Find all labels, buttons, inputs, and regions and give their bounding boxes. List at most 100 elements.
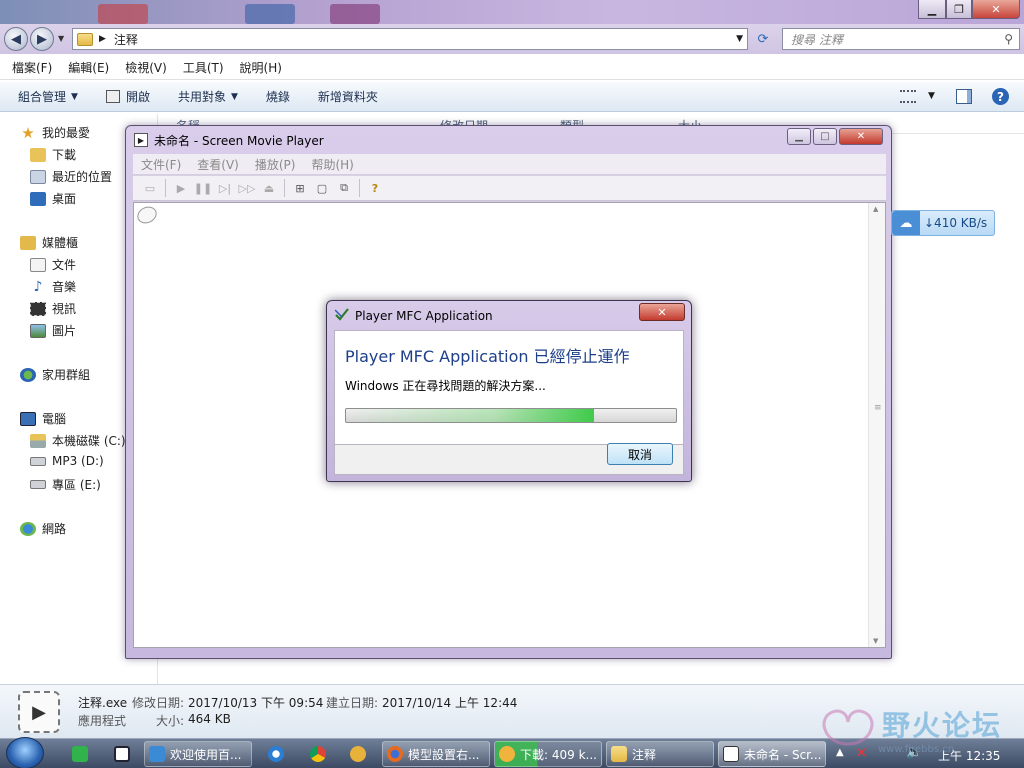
back-button[interactable]: ◀ [4,27,28,51]
search-icon[interactable]: ⚲ [1004,32,1013,46]
player-close-button[interactable]: ✕ [839,128,883,145]
dialog-close-button[interactable]: ✕ [639,303,685,321]
nav-drive-d[interactable]: MP3 (D:) [30,454,104,468]
detail-created-label: 建立日期: [326,696,379,710]
actual-size-icon[interactable]: ▢ [311,178,333,198]
breadcrumb-arrow-icon[interactable]: ▶ [99,34,106,44]
nav-recent[interactable]: 最近的位置 [30,168,112,185]
pinned-window-app-icon[interactable] [110,743,134,765]
player-menu-play[interactable]: 播放(P) [255,156,296,173]
nav-pictures[interactable]: 圖片 [30,322,76,339]
nav-label: 音樂 [52,280,77,294]
menu-view[interactable]: 檢視(V) [125,59,167,76]
restore-button[interactable]: ❐ [946,0,972,19]
menu-edit[interactable]: 編輯(E) [68,59,109,76]
breadcrumb-current[interactable]: 注释 [114,31,138,48]
download-speed-text: ↓410 KB/s [924,216,988,230]
tray-expand-icon[interactable]: ▲ [836,747,844,758]
scroll-up-icon[interactable]: ▲ [873,205,878,213]
download-speed-widget[interactable]: ☁ ↓410 KB/s [891,210,995,236]
task-download[interactable]: 下載: 409 k... [494,741,602,767]
menu-help[interactable]: 說明(H) [240,59,282,76]
task-screen-movie-player[interactable]: 未命名 - Scr... [718,741,826,767]
nav-computer[interactable]: 電腦 [20,410,66,427]
details-pane: ▶ 注释.exe 修改日期: 2017/10/13 下午 09:54 建立日期:… [0,684,1024,738]
drive-icon [30,480,46,489]
new-folder-button[interactable]: 新增資料夾 [318,88,378,105]
nav-downloads[interactable]: 下載 [30,146,76,163]
explorer-title-bar: ▁ ❐ ✕ [0,0,1024,24]
clock[interactable]: 上午 12:35 [938,747,1000,764]
task-explorer-folder[interactable]: 注释 [606,741,714,767]
nav-music[interactable]: ♪ 音樂 [30,278,76,295]
organize-button[interactable]: 組合管理 ▼ [18,88,78,105]
address-bar[interactable]: ▶ 注释 ▼ [72,28,748,50]
eject-icon[interactable]: ⏏ [258,178,280,198]
nav-network[interactable]: 網路 [20,520,66,537]
nav-label: 電腦 [42,412,67,426]
desktop-icon-background [330,4,380,24]
zoom-fit-icon[interactable]: ⊞ [289,178,311,198]
start-button[interactable] [6,737,44,768]
desktop-icon [30,191,46,206]
burn-button[interactable]: 燒錄 [266,88,290,105]
toolbar-separator [284,179,285,197]
minimize-button[interactable]: ▁ [918,0,946,19]
fullscreen-icon[interactable]: ⧉ [333,178,355,198]
pinned-chat-app-icon[interactable] [68,743,92,765]
nav-favorites[interactable]: ★ 我的最愛 [20,124,90,142]
pinned-ie-icon[interactable] [264,743,288,765]
recent-pages-chevron-icon[interactable]: ▼ [58,34,64,43]
nav-desktop[interactable]: 桌面 [30,190,76,207]
player-maximize-button[interactable]: □ [813,128,837,145]
pinned-app-icon[interactable] [346,743,370,765]
nav-homegroup[interactable]: 家用群組 [20,366,90,383]
network-error-icon[interactable]: ✕ [856,746,867,761]
player-menu-help[interactable]: 帮助(H) [311,156,353,173]
player-vertical-scrollbar[interactable]: ▲ ≡ ▼ [868,203,885,647]
task-label: 未命名 - Scr... [744,747,822,762]
task-firefox-model[interactable]: 模型設置右... [382,741,490,767]
open-button[interactable]: 開啟 [105,88,150,105]
dialog-progress-bar [345,408,677,423]
pause-icon[interactable]: ❚❚ [192,178,214,198]
pinned-chrome-icon[interactable] [306,743,330,765]
view-dropdown-icon[interactable]: ▼ [928,91,935,101]
detail-filename: 注释.exe [78,696,128,710]
nav-drive-c[interactable]: 本機磁碟 (C:) [30,432,126,449]
menu-file[interactable]: 檔案(F) [12,59,52,76]
search-input[interactable]: 搜尋 注釋 ⚲ [782,28,1020,50]
fast-forward-icon[interactable]: ▷▷ [236,178,258,198]
task-browser-welcome[interactable]: 欢迎使用百... [144,741,252,767]
refresh-icon[interactable]: ⟳ [752,30,774,48]
detail-created-value: 2017/10/14 上午 12:44 [382,696,518,710]
forward-button[interactable]: ▶ [30,27,54,51]
player-app-icon: ▶ [134,133,148,147]
nav-label: 圖片 [52,324,77,338]
nav-drive-e[interactable]: 專區 (E:) [30,476,101,493]
close-button[interactable]: ✕ [972,0,1020,19]
preview-pane-icon[interactable] [956,89,972,104]
view-options-icon[interactable] [900,90,916,103]
player-menu-view[interactable]: 查看(V) [197,156,239,173]
open-file-icon[interactable]: ▭ [139,178,161,198]
nav-videos[interactable]: 視訊 [30,300,76,317]
menu-tools[interactable]: 工具(T) [183,59,224,76]
volume-icon[interactable]: 🔈 [906,745,922,760]
dialog-message: Windows 正在尋找問題的解決方案... [345,379,546,393]
share-button[interactable]: 共用對象 ▼ [178,88,238,105]
nav-documents[interactable]: 文件 [30,256,76,273]
search-placeholder: 搜尋 注釋 [791,32,843,47]
help-icon[interactable]: ? [992,88,1009,105]
scroll-grip-icon[interactable]: ≡ [874,403,882,413]
play-icon[interactable]: ▶ [170,178,192,198]
player-minimize-button[interactable]: ▁ [787,128,811,145]
cancel-button[interactable]: 取消 [607,443,673,465]
nav-libraries[interactable]: 媒體櫃 [20,234,78,251]
about-icon[interactable]: ? [364,178,386,198]
step-forward-icon[interactable]: ▷| [214,178,236,198]
scroll-down-icon[interactable]: ▼ [873,637,878,645]
detail-modified-value: 2017/10/13 下午 09:54 [188,696,324,710]
address-dropdown-icon[interactable]: ▼ [736,34,743,44]
player-menu-file[interactable]: 文件(F) [141,156,181,173]
